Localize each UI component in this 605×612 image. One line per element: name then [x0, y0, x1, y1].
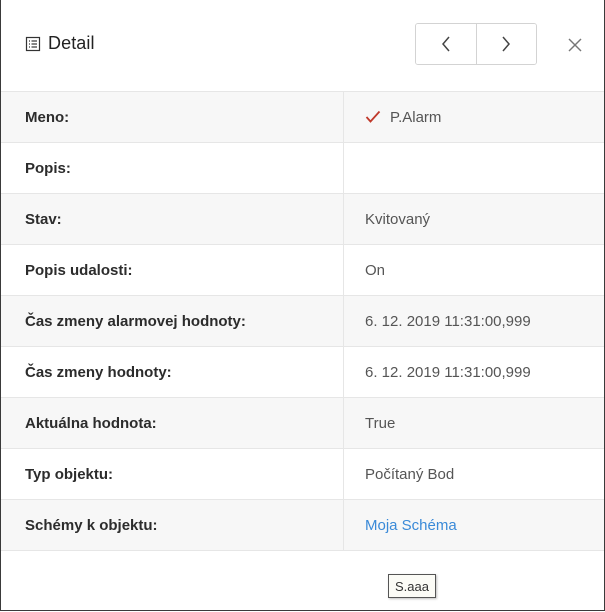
chevron-right-icon — [502, 36, 511, 52]
table-row: Aktuálna hodnota: True — [1, 398, 604, 449]
row-label: Typ objektu: — [1, 449, 344, 499]
row-value: True — [365, 414, 396, 432]
close-button[interactable] — [564, 34, 586, 56]
row-value: On — [365, 261, 386, 279]
close-icon — [568, 38, 582, 52]
row-value: Kvitovaný — [365, 210, 431, 228]
table-row: Typ objektu: Počítaný Bod — [1, 449, 604, 500]
title-wrap: Detail — [25, 33, 95, 54]
panel-header: Detail — [1, 0, 604, 92]
row-value: Počítaný Bod — [365, 465, 455, 483]
row-label: Aktuálna hodnota: — [1, 398, 344, 448]
chevron-left-icon — [441, 36, 450, 52]
row-label: Meno: — [1, 92, 344, 142]
checkmark-icon — [365, 110, 381, 123]
table-row: Schémy k objektu: Moja Schéma — [1, 500, 604, 551]
table-row: Stav: Kvitovaný — [1, 194, 604, 245]
previous-button[interactable] — [416, 24, 476, 64]
row-value: 6. 12. 2019 11:31:00,999 — [365, 312, 531, 330]
table-row: Čas zmeny hodnoty: 6. 12. 2019 11:31:00,… — [1, 347, 604, 398]
row-label: Popis udalosti: — [1, 245, 344, 295]
schema-link[interactable]: Moja Schéma — [365, 517, 457, 534]
alarm-name: P.Alarm — [390, 108, 442, 126]
row-label: Stav: — [1, 194, 344, 244]
row-value: Moja Schéma — [345, 500, 604, 550]
row-label: Čas zmeny alarmovej hodnoty: — [1, 296, 344, 346]
tooltip: S.aaa — [388, 574, 436, 598]
row-value: 6. 12. 2019 11:31:00,999 — [365, 363, 531, 381]
row-value — [345, 143, 604, 193]
table-row: Popis udalosti: On — [1, 245, 604, 296]
page-title: Detail — [48, 33, 95, 53]
table-row: Popis: — [1, 143, 604, 194]
row-label: Popis: — [1, 143, 344, 193]
list-document-icon — [25, 36, 41, 51]
table-row: Čas zmeny alarmovej hodnoty: 6. 12. 2019… — [1, 296, 604, 347]
row-label: Schémy k objektu: — [1, 500, 344, 550]
record-navigation — [415, 23, 537, 65]
table-row: Meno: P.Alarm — [1, 92, 604, 143]
detail-panel: Detail Meno: P.Alarm Popis: Stav: Kvitov… — [0, 0, 605, 611]
row-label: Čas zmeny hodnoty: — [1, 347, 344, 397]
next-button[interactable] — [475, 24, 536, 64]
row-value: P.Alarm — [345, 92, 604, 142]
